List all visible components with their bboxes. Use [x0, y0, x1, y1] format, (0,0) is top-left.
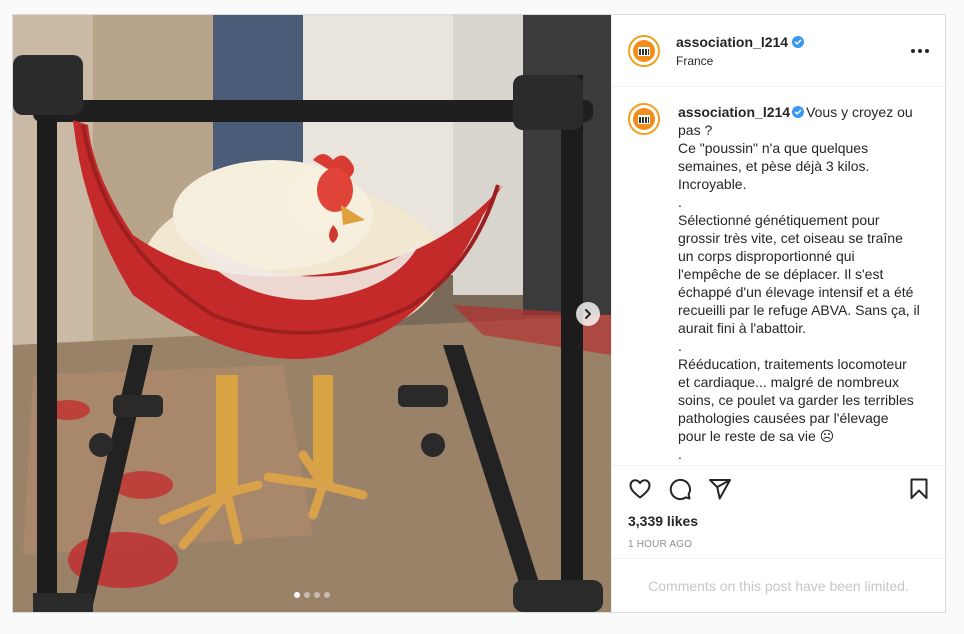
comment-button[interactable] [668, 477, 692, 501]
caption-line: Incroyable. [678, 176, 747, 192]
carousel-dot[interactable] [314, 592, 320, 598]
carousel-indicator [13, 592, 611, 598]
caption-line: . [678, 446, 682, 462]
post-actions [612, 466, 945, 512]
more-dot [925, 48, 929, 53]
caption-line: Ce "poussin" n'a que quelques [678, 140, 869, 156]
caption-line: . [678, 338, 682, 354]
caption-line: semaines, et pèse déjà 3 kilos. [678, 158, 870, 174]
caption-line: l'empêche de se déplacer. Il s'est [678, 266, 884, 282]
comments-limited-notice: Comments on this post have been limited. [612, 558, 945, 612]
header-username[interactable]: association_l214 [676, 34, 788, 50]
verified-badge-icon [792, 35, 805, 48]
more-dot [918, 48, 922, 53]
caption-line: pathologies causées par l'élevage [678, 410, 889, 426]
caption-line: Rééducation, traitements locomoteur [678, 356, 907, 372]
more-horizontal-icon [911, 48, 915, 53]
l214-logo-icon [638, 115, 650, 124]
caption-line: pas ? [678, 122, 713, 138]
like-button[interactable] [628, 477, 652, 501]
post-timestamp[interactable]: 1 HOUR AGO [612, 534, 945, 558]
caption-line: un corps disproportionné qui [678, 248, 855, 264]
bookmark-icon [910, 478, 928, 499]
caption-line-text: Vous y croyez ou [806, 104, 913, 120]
caption-line: soins, ce poulet va garder les terribles [678, 392, 914, 408]
likes-count[interactable]: 3,339 likes [612, 512, 945, 534]
caption-text: association_l214 Vous y croyez ou pas ? Ce … [678, 103, 928, 463]
post-header: association_l214 France [612, 15, 945, 87]
carousel-dot[interactable] [294, 592, 300, 598]
l214-logo-icon [638, 46, 650, 56]
comment-bubble-icon [669, 478, 691, 501]
carousel-next-button[interactable] [576, 302, 600, 326]
caption-avatar[interactable] [628, 103, 660, 135]
caption-line: Sélectionné génétiquement pour [678, 212, 880, 228]
caption-line: grossir très vite, cet oiseau se traîne [678, 230, 903, 246]
save-button[interactable] [907, 477, 931, 501]
post-location[interactable]: France [676, 54, 804, 68]
caption-line: et cardiaque... malgré de nombreux [678, 374, 900, 390]
carousel-dot[interactable] [324, 592, 330, 598]
chevron-right-icon [585, 309, 591, 319]
caption-line: association_l214 Vous y croyez ou [678, 103, 928, 121]
post-card: association_l214 France association_l214… [12, 14, 946, 613]
more-options-button[interactable] [909, 43, 931, 59]
avatar[interactable] [628, 34, 660, 67]
post-side-panel: association_l214 France association_l214… [611, 15, 945, 612]
post-media[interactable] [13, 15, 611, 612]
caption-line: échappé d'un élevage intensif et a été [678, 284, 914, 300]
post-photo [13, 15, 611, 612]
caption-username[interactable]: association_l214 [678, 104, 790, 120]
caption-line: . [678, 194, 682, 210]
share-button[interactable] [708, 477, 732, 501]
paper-plane-icon [709, 479, 731, 500]
carousel-dot[interactable] [304, 592, 310, 598]
caption-line: pour le reste de sa vie ☹ [678, 428, 835, 444]
heart-icon [629, 479, 651, 499]
caption-area: association_l214 Vous y croyez ou pas ? Ce … [612, 87, 945, 466]
caption-line: aurait fini à l'abattoir. [678, 320, 806, 336]
caption-line: recueilli par le refuge ABVA. Sans ça, i… [678, 302, 920, 318]
verified-badge-icon [792, 106, 805, 118]
